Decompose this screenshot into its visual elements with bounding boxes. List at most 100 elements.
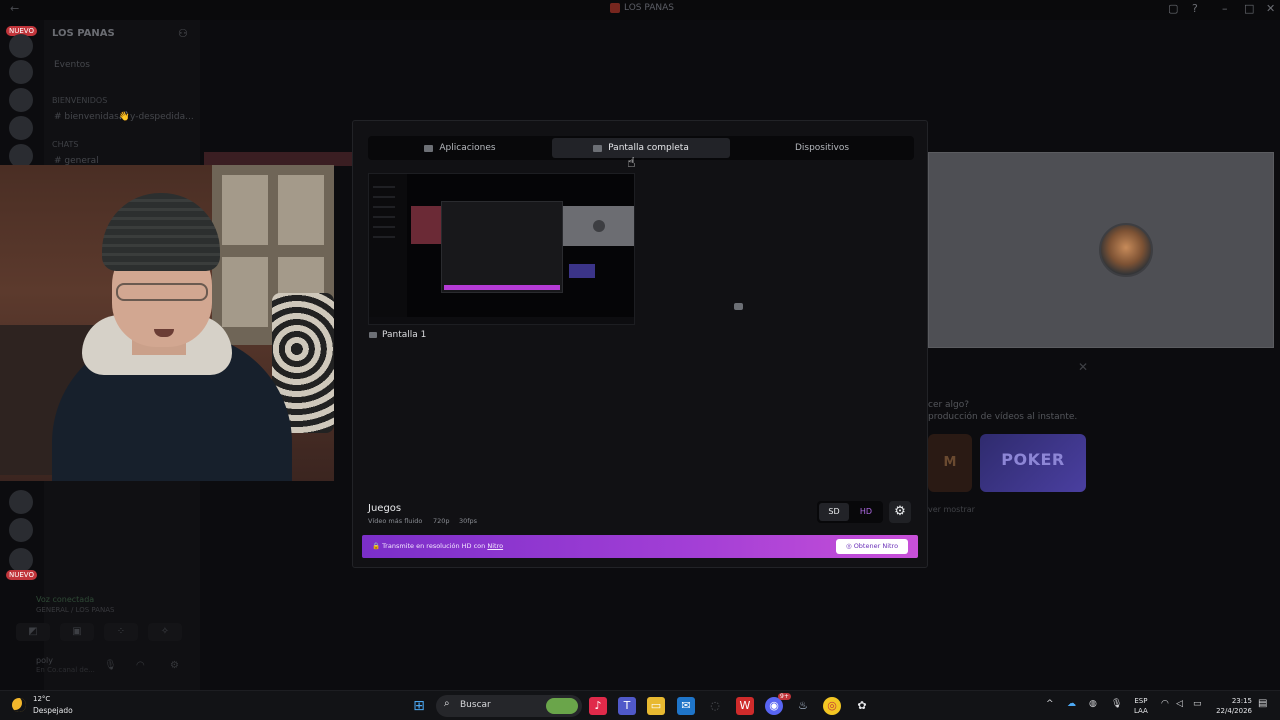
new-badge: NUEVO xyxy=(6,570,37,580)
voice-participant-tile[interactable] xyxy=(928,152,1274,348)
channel-welcome[interactable]: # bienvenidas👋y-despedida... xyxy=(54,112,194,122)
tab-applications[interactable]: Aplicaciones xyxy=(372,138,548,158)
teams-icon[interactable]: T xyxy=(618,697,636,715)
app-icon[interactable]: ◌ xyxy=(706,697,724,715)
poker-night-card[interactable]: POKER xyxy=(980,434,1086,492)
source-tabs: Aplicaciones Pantalla completa Dispositi… xyxy=(368,136,914,310)
help-icon[interactable]: ? xyxy=(1192,2,1198,15)
monitor-icon xyxy=(593,144,603,152)
thumbnail-avatar xyxy=(593,220,605,232)
chatgpt-icon[interactable]: ✿ xyxy=(853,697,871,715)
moon-icon xyxy=(12,698,26,712)
participant-avatar xyxy=(1099,223,1153,277)
quality-toggle: SD HD xyxy=(817,501,883,523)
minimize-button[interactable]: – xyxy=(1222,2,1228,15)
thumbnail-card xyxy=(569,264,595,278)
maximize-button[interactable]: □ xyxy=(1244,2,1254,15)
headphones-icon[interactable]: ◠ xyxy=(136,660,145,671)
language-line2: LAA xyxy=(1134,707,1148,715)
activities-subtitle: producción de vídeos al instante. xyxy=(928,412,1078,422)
language-indicator[interactable]: ESP LAA xyxy=(1134,696,1148,716)
taskbar-search[interactable]: ⌕ Buscar xyxy=(436,695,582,717)
tiktok-icon[interactable]: ♪ xyxy=(589,697,607,715)
server-avatar[interactable] xyxy=(9,60,33,84)
app-window-icon xyxy=(424,144,434,152)
screen-share-modal: Aplicaciones Pantalla completa Dispositi… xyxy=(352,120,928,568)
window-pane xyxy=(222,257,268,327)
activities-panel: ✕ cer algo? producción de vídeos al inst… xyxy=(928,356,1096,526)
clock[interactable]: 23:15 22/4/2026 xyxy=(1212,696,1252,716)
search-icon: ⌕ xyxy=(444,698,450,709)
screen-label: Pantalla 1 xyxy=(369,330,426,340)
activity-card[interactable]: M xyxy=(928,434,972,492)
file-explorer-icon[interactable]: ▭ xyxy=(647,697,665,715)
onedrive-icon[interactable]: ☁ xyxy=(1067,699,1076,709)
nitro-link[interactable]: Nitro xyxy=(487,542,503,550)
close-window-button[interactable]: ✕ xyxy=(1266,2,1275,15)
outlook-icon[interactable]: ✉ xyxy=(677,697,695,715)
voice-status: Voz conectada xyxy=(36,595,95,604)
notification-icon[interactable]: ▤ xyxy=(1258,698,1267,709)
settings-icon[interactable]: ⚙ xyxy=(170,660,179,671)
webcam-overlay xyxy=(0,165,334,481)
tab-devices[interactable]: Dispositivos xyxy=(734,138,910,310)
windows-taskbar: 12°C Despejado ⊞ ⌕ Buscar ♪ T ▭ ✉ ◌ W ◉ … xyxy=(0,690,1280,720)
server-avatar[interactable] xyxy=(9,548,33,572)
windows-start-icon[interactable]: ⊞ xyxy=(410,697,428,715)
screen-thumbnail[interactable] xyxy=(368,173,635,325)
stream-tile-edge xyxy=(204,152,354,166)
thumbnail-sidebar xyxy=(369,174,407,324)
nitro-message-text: Transmite en resolución HD con xyxy=(382,542,486,550)
category-chats[interactable]: CHATS xyxy=(52,140,78,149)
server-avatar[interactable] xyxy=(9,88,33,112)
camera-toggle-icon[interactable]: ◩ xyxy=(16,623,50,641)
wifi-icon[interactable]: ◠ xyxy=(1161,699,1169,709)
server-avatar[interactable] xyxy=(9,116,33,140)
chevron-up-icon[interactable]: ^ xyxy=(1046,699,1054,709)
thumbnail-taskbar xyxy=(369,317,634,324)
back-arrow-icon[interactable]: ← xyxy=(10,2,19,15)
quality-info-resolution: 720p xyxy=(433,517,450,525)
thumbnail-line xyxy=(373,196,395,198)
tab-full-screen[interactable]: Pantalla completa xyxy=(552,138,730,158)
thumbnail-line xyxy=(373,236,395,238)
wps-office-icon[interactable]: W xyxy=(736,697,754,715)
server-avatar[interactable] xyxy=(9,490,33,514)
show-more-link[interactable]: ver mostrar xyxy=(928,505,975,514)
steam-icon[interactable]: ♨ xyxy=(794,697,812,715)
hd-option[interactable]: HD xyxy=(851,503,881,521)
voice-channel[interactable]: GENERAL / LOS PANAS xyxy=(36,606,114,614)
stream-settings-button[interactable]: ⚙ xyxy=(889,501,911,523)
mic-icon[interactable]: 🎙 xyxy=(104,660,117,671)
close-icon[interactable]: ✕ xyxy=(1078,360,1088,374)
volume-icon[interactable]: ◁ xyxy=(1176,699,1183,709)
screen-label-text: Pantalla 1 xyxy=(382,330,427,340)
window-title: LOS PANAS xyxy=(610,3,674,13)
inbox-icon[interactable]: ▢ xyxy=(1168,2,1178,15)
server-avatar[interactable] xyxy=(9,518,33,542)
chrome-icon[interactable]: ◎ xyxy=(823,697,841,715)
search-highlight-image xyxy=(546,698,578,714)
tab-devices-label: Dispositivos xyxy=(794,143,850,153)
thumbnail-line xyxy=(373,206,395,208)
discord-badge: 9+ xyxy=(778,693,791,700)
camera-icon xyxy=(734,303,743,310)
battery-icon[interactable]: ▭ xyxy=(1193,699,1202,709)
add-member-icon[interactable]: ⚇ xyxy=(178,27,188,40)
microphone-icon[interactable]: 🎙 xyxy=(1111,699,1122,709)
soundboard-icon[interactable]: ✧ xyxy=(148,623,182,641)
screen-share-icon[interactable]: ▣ xyxy=(60,623,94,641)
category-welcome[interactable]: BIENVENIDOS xyxy=(52,96,107,105)
search-input[interactable]: Buscar xyxy=(460,700,491,710)
activities-icon[interactable]: ⁘ xyxy=(104,623,138,641)
get-nitro-button[interactable]: ◎ Obtener Nitro xyxy=(836,539,908,554)
activities-heading: cer algo? xyxy=(928,400,970,410)
mouse-cursor-icon: ☝ xyxy=(627,155,636,171)
server-avatar[interactable] xyxy=(9,34,33,58)
weather-condition: Despejado xyxy=(33,706,73,715)
server-name[interactable]: LOS PANAS xyxy=(52,28,115,39)
sd-option[interactable]: SD xyxy=(819,503,849,521)
quality-info-fps: 30fps xyxy=(459,517,478,525)
events-link[interactable]: Eventos xyxy=(54,60,90,70)
location-icon[interactable]: ◍ xyxy=(1089,699,1097,709)
